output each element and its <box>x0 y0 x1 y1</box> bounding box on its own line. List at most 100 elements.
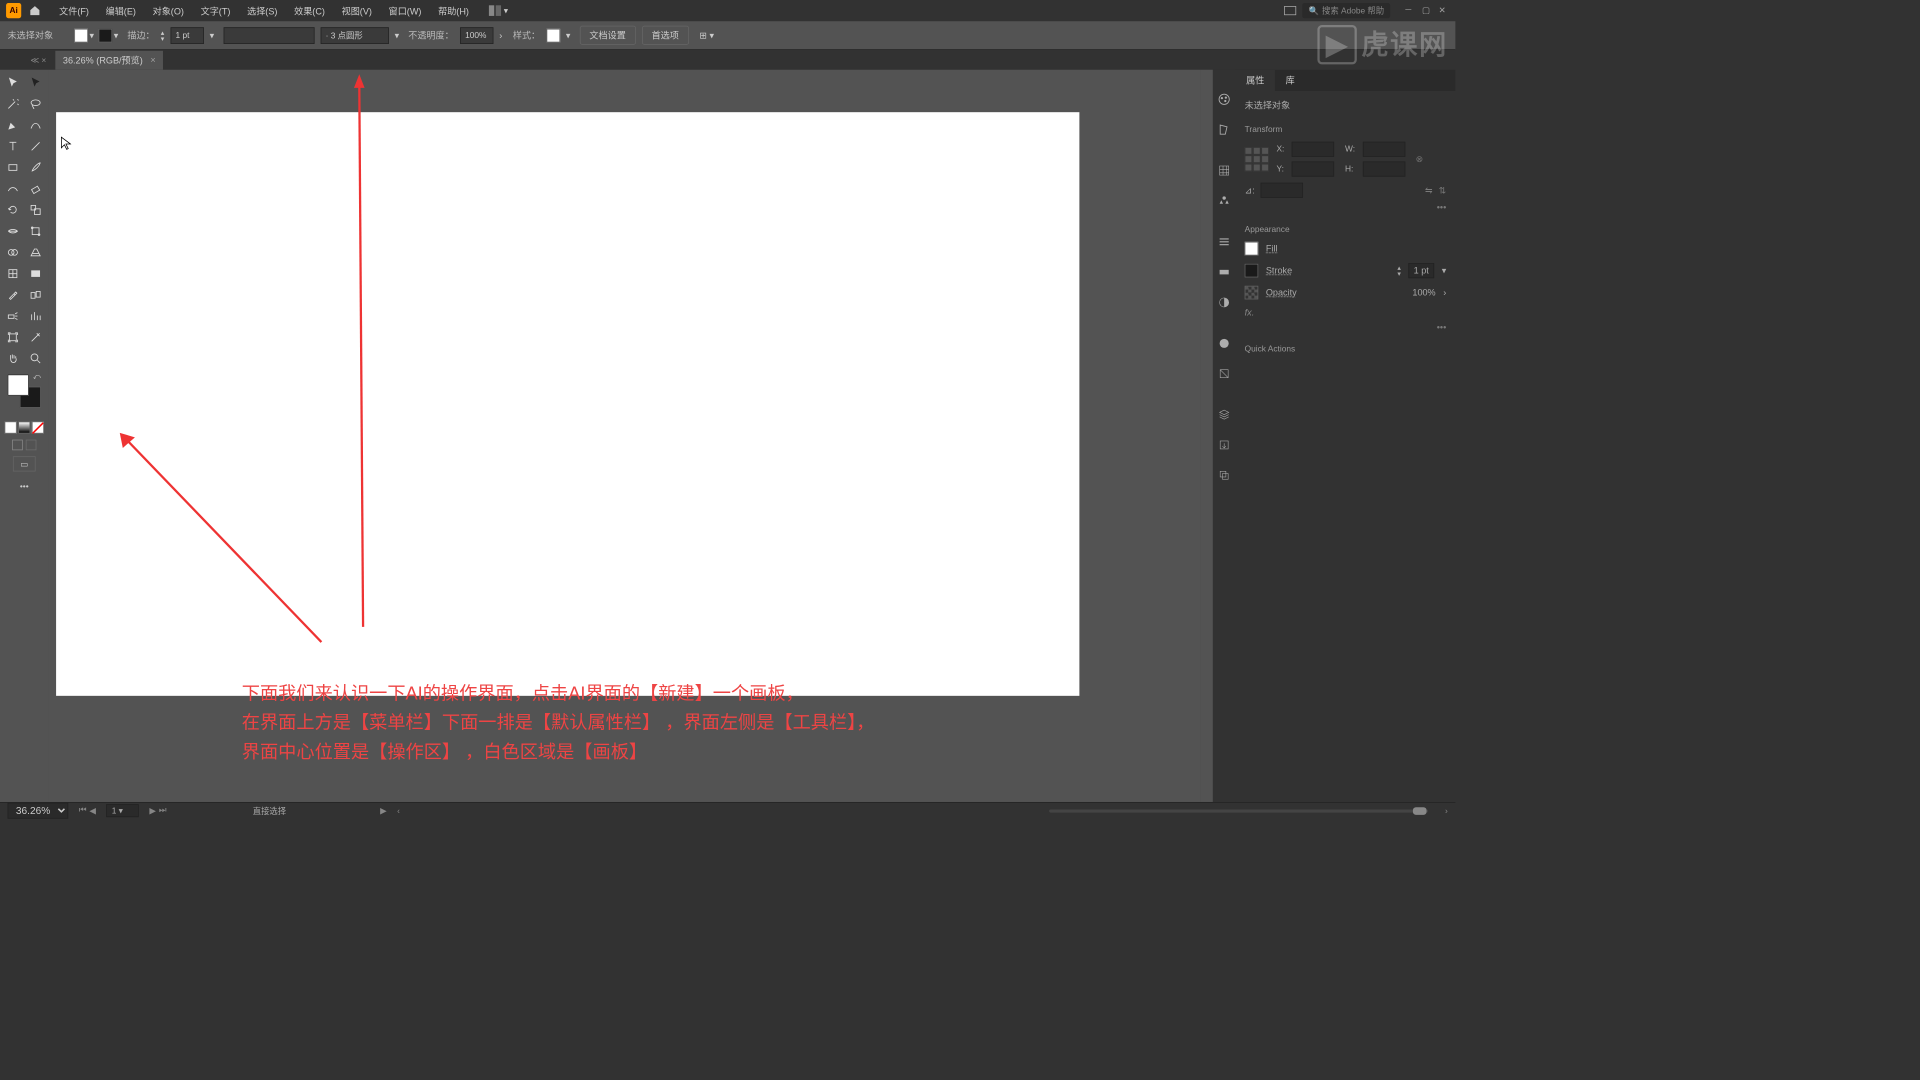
next-artboard-icon[interactable]: ▶ <box>149 806 155 816</box>
chevron-down-icon[interactable]: ▾ <box>1442 265 1447 276</box>
scale-tool-icon[interactable] <box>25 200 46 220</box>
mesh-tool-icon[interactable] <box>2 264 23 284</box>
tab-group-close-icon[interactable]: ≪ × <box>30 55 46 65</box>
y-input[interactable] <box>1292 161 1334 176</box>
menu-help[interactable]: 帮助(H) <box>431 1 477 20</box>
chevron-right-icon[interactable]: › <box>499 30 507 41</box>
h-input[interactable] <box>1363 161 1405 176</box>
vertical-scrollbar[interactable] <box>1201 70 1213 802</box>
more-options-icon[interactable]: ••• <box>1245 322 1447 333</box>
stepper-icon[interactable]: ▴▾ <box>161 29 164 41</box>
graph-tool-icon[interactable] <box>25 306 46 326</box>
align-icon[interactable]: ⊞ ▾ <box>699 30 714 41</box>
hand-tool-icon[interactable] <box>2 349 23 369</box>
stroke-swatch[interactable] <box>1245 264 1259 278</box>
width-tool-icon[interactable] <box>2 221 23 241</box>
foreground-color[interactable] <box>8 374 29 395</box>
brush-select[interactable] <box>320 27 388 44</box>
opacity-label[interactable]: Opacity <box>1266 287 1297 298</box>
menu-effect[interactable]: 效果(C) <box>287 1 333 20</box>
chevron-down-icon[interactable]: ▾ <box>566 30 574 41</box>
swap-colors-icon[interactable]: ⤺ <box>33 373 41 381</box>
doc-setup-button[interactable]: 文档设置 <box>580 26 636 45</box>
artboards-panel-icon[interactable] <box>1217 468 1231 482</box>
menu-type[interactable]: 文字(T) <box>193 1 238 20</box>
stroke-profile-select[interactable] <box>223 27 314 44</box>
prev-artboard-icon[interactable]: ◀ <box>89 806 95 816</box>
paintbrush-tool-icon[interactable] <box>25 158 46 178</box>
slice-tool-icon[interactable] <box>25 327 46 347</box>
first-artboard-icon[interactable]: ⏮ <box>79 806 87 816</box>
chevron-down-icon[interactable]: ▾ <box>210 30 218 41</box>
fill-label[interactable]: Fill <box>1266 243 1278 254</box>
stepper-icon[interactable]: ▴▾ <box>1397 265 1400 277</box>
stroke-weight-value[interactable]: 1 pt <box>1408 263 1434 278</box>
tab-close-icon[interactable]: × <box>150 55 155 66</box>
more-options-icon[interactable]: ••• <box>1245 202 1447 213</box>
flip-h-icon[interactable]: ⇋ <box>1425 185 1433 196</box>
brushes-panel-icon[interactable] <box>1217 164 1231 178</box>
chevron-right-icon[interactable]: › <box>1443 287 1446 298</box>
menu-edit[interactable]: 编辑(E) <box>98 1 143 20</box>
free-transform-tool-icon[interactable] <box>25 221 46 241</box>
direct-selection-tool-icon[interactable] <box>25 73 46 93</box>
gradient-panel-icon[interactable] <box>1217 265 1231 279</box>
shaper-tool-icon[interactable] <box>2 179 23 199</box>
shape-builder-tool-icon[interactable] <box>2 243 23 263</box>
flip-v-icon[interactable]: ⇅ <box>1439 185 1447 196</box>
arrange-docs-icon[interactable] <box>1284 6 1296 15</box>
zoom-select[interactable]: 36.26% <box>8 803 69 819</box>
menu-window[interactable]: 窗口(W) <box>381 1 429 20</box>
link-wh-icon[interactable]: ⊗ <box>1416 154 1424 165</box>
fx-button[interactable]: fx. <box>1245 307 1447 318</box>
x-input[interactable] <box>1292 142 1334 157</box>
none-mode-icon[interactable] <box>32 421 44 433</box>
chevron-right-icon[interactable]: › <box>1445 806 1448 815</box>
menu-file[interactable]: 文件(F) <box>52 1 97 20</box>
more-tools-icon[interactable]: ••• <box>20 482 29 491</box>
lasso-tool-icon[interactable] <box>25 94 46 114</box>
layers-panel-icon[interactable] <box>1217 408 1231 422</box>
asset-export-panel-icon[interactable] <box>1217 438 1231 452</box>
play-icon[interactable]: ▶ <box>380 806 386 816</box>
artboard-tool-icon[interactable] <box>2 327 23 347</box>
chevron-down-icon[interactable]: ▾ <box>114 30 122 41</box>
color-swap[interactable]: ⤺ <box>8 374 41 407</box>
curvature-tool-icon[interactable] <box>25 115 46 135</box>
gradient-tool-icon[interactable] <box>25 264 46 284</box>
last-artboard-icon[interactable]: ⏭ <box>159 806 167 816</box>
tab-libraries[interactable]: 库 <box>1275 70 1305 91</box>
blend-tool-icon[interactable] <box>25 285 46 305</box>
tab-properties[interactable]: 属性 <box>1236 70 1275 91</box>
menu-object[interactable]: 对象(O) <box>145 1 191 20</box>
home-icon[interactable] <box>27 3 42 18</box>
zoom-tool-icon[interactable] <box>25 349 46 369</box>
stroke-label[interactable]: Stroke <box>1266 265 1292 276</box>
symbols-panel-icon[interactable] <box>1217 194 1231 208</box>
opacity-input[interactable] <box>460 27 493 44</box>
draw-behind-icon[interactable] <box>26 440 37 451</box>
chevron-down-icon[interactable]: ▾ <box>395 30 403 41</box>
rectangle-tool-icon[interactable] <box>2 158 23 178</box>
reference-point-icon[interactable] <box>1245 147 1269 171</box>
color-mode-icon[interactable] <box>5 421 17 433</box>
artboard[interactable] <box>56 112 1079 696</box>
maximize-icon[interactable]: ▢ <box>1422 5 1433 16</box>
gradient-mode-icon[interactable] <box>18 421 30 433</box>
menu-select[interactable]: 选择(S) <box>240 1 285 20</box>
angle-input[interactable] <box>1261 183 1303 198</box>
eraser-tool-icon[interactable] <box>25 179 46 199</box>
appearance-panel-icon[interactable] <box>1217 337 1231 351</box>
magic-wand-tool-icon[interactable] <box>2 94 23 114</box>
stroke-swatch[interactable] <box>99 28 113 42</box>
fill-swatch[interactable] <box>74 28 88 42</box>
h-scrollbar[interactable] <box>1049 809 1428 812</box>
pen-tool-icon[interactable] <box>2 115 23 135</box>
rotate-tool-icon[interactable] <box>2 200 23 220</box>
stroke-panel-icon[interactable] <box>1217 235 1231 249</box>
chevron-down-icon[interactable]: ▾ <box>89 30 97 41</box>
transparency-panel-icon[interactable] <box>1217 296 1231 310</box>
symbol-sprayer-tool-icon[interactable] <box>2 306 23 326</box>
swatches-panel-icon[interactable] <box>1217 123 1231 137</box>
chevron-left-icon[interactable]: ‹ <box>397 806 400 815</box>
